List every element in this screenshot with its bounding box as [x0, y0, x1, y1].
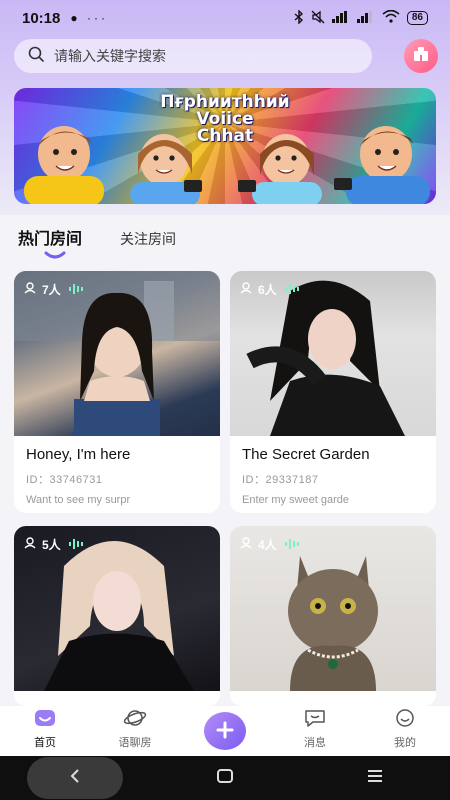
nav-messages[interactable]: 消息: [270, 706, 360, 756]
tab-hot-rooms-label: 热门房间: [18, 231, 83, 248]
status-bar: 10:18 ● ··· 86: [0, 0, 450, 36]
nav-home[interactable]: 首页: [0, 706, 90, 756]
nav-home-label: 首页: [34, 737, 56, 749]
back-arrow-icon: [68, 768, 82, 789]
mute-icon: [311, 10, 325, 27]
nav-profile-label: 我的: [394, 737, 416, 749]
system-back[interactable]: [0, 757, 150, 799]
battery-indicator: 86: [406, 11, 428, 25]
room-description: Want to see my surpr: [26, 494, 131, 506]
people-icon: [24, 537, 38, 552]
room-card[interactable]: 6人 The Secret Garden ID：29337187 Enter m…: [230, 271, 436, 513]
status-time: 10:18: [22, 9, 61, 27]
people-icon: [240, 282, 254, 297]
building-icon: [412, 46, 430, 67]
room-name: The Secret Garden: [242, 446, 370, 463]
tab-active-indicator: [44, 251, 66, 259]
online-count-badge: 5人: [24, 536, 83, 553]
room-id: ID：29337187: [242, 474, 319, 486]
search-row: 请输入关键字搜索: [14, 39, 438, 73]
system-home[interactable]: [150, 768, 300, 789]
room-cover-image: 4人: [230, 526, 436, 691]
tab-hot-rooms[interactable]: 热门房间: [18, 225, 83, 259]
nav-create[interactable]: [180, 706, 270, 756]
menu-icon: [366, 768, 384, 789]
home-icon: [33, 708, 57, 731]
system-menu[interactable]: [300, 768, 450, 789]
online-count-badge: 4人: [240, 536, 299, 553]
online-count: 7人: [42, 283, 61, 297]
online-count-badge: 7人: [24, 281, 83, 298]
sound-wave-icon: [68, 538, 83, 552]
chat-bubble-icon: [303, 708, 327, 731]
search-placeholder: 请输入关键字搜索: [54, 48, 166, 64]
create-button[interactable]: [204, 712, 246, 750]
plus-icon: [215, 720, 235, 743]
online-count-badge: 6人: [240, 281, 299, 298]
room-cover-image: 7人: [14, 271, 220, 436]
banner-illustration: [24, 126, 430, 204]
search-icon: [28, 46, 44, 67]
square-icon: [216, 768, 234, 789]
notification-dots: ● ···: [70, 11, 108, 25]
sound-wave-icon: [284, 283, 299, 297]
room-tabs: 热门房间 关注房间: [18, 225, 176, 259]
room-card[interactable]: 4人: [230, 526, 436, 706]
nav-voice-rooms[interactable]: 语聊房: [90, 706, 180, 756]
online-count: 5人: [42, 538, 61, 552]
smile-icon: [393, 708, 417, 731]
room-id: ID：33746731: [26, 474, 103, 486]
people-icon: [240, 537, 254, 552]
my-room-button[interactable]: [404, 39, 438, 73]
planet-icon: [123, 708, 147, 731]
tab-followed-rooms[interactable]: 关注房间: [120, 229, 176, 249]
status-icons: 86: [294, 8, 428, 27]
sound-wave-icon: [284, 538, 299, 552]
room-card[interactable]: 5人: [14, 526, 220, 706]
system-nav-bar: [0, 756, 450, 800]
room-cover-image: 5人: [14, 526, 220, 691]
people-icon: [24, 282, 38, 297]
sound-wave-icon: [68, 283, 83, 297]
promo-banner[interactable]: Пғphиитhhий Voiice Chhat: [14, 88, 436, 204]
room-info: The Secret Garden ID：29337187 Enter my s…: [230, 436, 436, 513]
room-description: Enter my sweet garde: [242, 494, 349, 506]
online-count: 4人: [258, 538, 277, 552]
wifi-icon: [382, 9, 400, 26]
room-name: Honey, I'm here: [26, 446, 131, 463]
nav-voice-rooms-label: 语聊房: [118, 737, 152, 749]
bottom-nav: 首页 语聊房 消息 我的: [0, 706, 450, 756]
nav-messages-label: 消息: [304, 737, 326, 749]
room-card[interactable]: 7人 Honey, I'm here ID：33746731 Want to s…: [14, 271, 220, 513]
signal-icon-2: [356, 10, 375, 26]
room-info: Honey, I'm here ID：33746731 Want to see …: [14, 436, 220, 513]
online-count: 6人: [258, 283, 277, 297]
back-pill[interactable]: [27, 757, 123, 799]
nav-profile[interactable]: 我的: [360, 706, 450, 756]
bluetooth-icon: [294, 8, 304, 27]
search-input[interactable]: 请输入关键字搜索: [14, 39, 372, 73]
signal-icon: [331, 10, 350, 26]
room-cover-image: 6人: [230, 271, 436, 436]
